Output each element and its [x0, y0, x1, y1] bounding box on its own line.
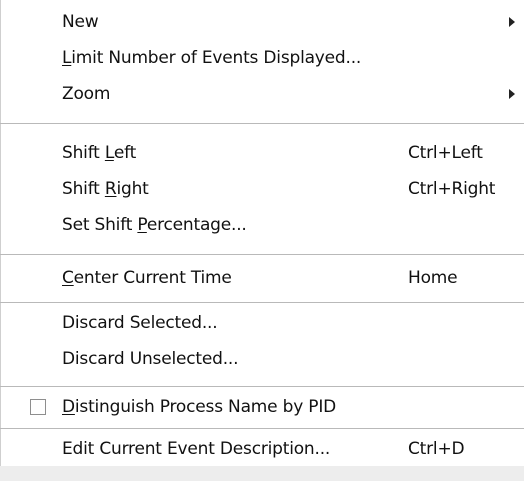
menu-item-label: Edit Current Event Description... — [62, 439, 331, 459]
mnemonic-letter: D — [62, 397, 75, 417]
label-prefix: Set Shift — [62, 215, 138, 235]
menu-separator — [0, 123, 524, 124]
menu-item-label: Center Current Time — [62, 268, 232, 288]
label-suffix: ercentage... — [146, 215, 247, 235]
menu-item-zoom[interactable]: Zoom — [0, 76, 524, 112]
label-prefix: Shift — [62, 179, 105, 199]
menu-item-label: Discard Unselected... — [62, 349, 239, 369]
menu-separator — [0, 386, 524, 387]
menu-item-new[interactable]: New — [0, 4, 524, 40]
menu-separator — [0, 254, 524, 255]
label-suffix: ight — [116, 179, 149, 199]
mnemonic-letter: L — [104, 143, 114, 163]
label-suffix: enter Current Time — [73, 268, 232, 288]
mnemonic-letter: R — [104, 179, 117, 199]
menu-item-discard-unselected[interactable]: Discard Unselected... — [0, 341, 524, 377]
menu-item-limit-events[interactable]: Limit Number of Events Displayed... — [0, 40, 524, 76]
label-suffix: eft — [113, 143, 137, 163]
menu-item-shortcut: Home — [408, 268, 458, 288]
submenu-arrow-icon — [509, 17, 515, 27]
menu-item-set-shift-percentage[interactable]: Set Shift Percentage... — [0, 207, 524, 243]
label-prefix: Shift — [62, 143, 105, 163]
menu-item-edit-event-description[interactable]: Edit Current Event Description... Ctrl+D — [0, 431, 524, 467]
menu-separator — [0, 302, 524, 303]
menu-item-center-current-time[interactable]: Center Current Time Home — [0, 260, 524, 296]
menu-item-shortcut: Ctrl+D — [408, 439, 465, 459]
menu-item-label: Zoom — [62, 84, 111, 104]
menu-item-label: Limit Number of Events Displayed... — [62, 48, 361, 68]
checkbox-icon[interactable] — [30, 399, 46, 415]
menu-item-label: New — [62, 12, 99, 32]
menu-item-label: Shift Left — [62, 143, 136, 163]
menu-item-shortcut: Ctrl+Right — [408, 179, 496, 199]
mnemonic-letter: C — [62, 268, 74, 288]
menu-footer — [0, 466, 524, 481]
menu-item-shift-right[interactable]: Shift Right Ctrl+Right — [0, 171, 524, 207]
menu-item-discard-selected[interactable]: Discard Selected... — [0, 305, 524, 341]
context-menu: New Limit Number of Events Displayed... … — [0, 0, 524, 481]
menu-item-label: Discard Selected... — [62, 313, 218, 333]
menu-item-distinguish-pid[interactable]: Distinguish Process Name by PID — [0, 389, 524, 425]
menu-item-label: Shift Right — [62, 179, 149, 199]
menu-item-label: Distinguish Process Name by PID — [62, 397, 336, 417]
label-suffix: imit Number of Events Displayed... — [71, 48, 362, 68]
submenu-arrow-icon — [509, 89, 515, 99]
menu-item-label: Set Shift Percentage... — [62, 215, 247, 235]
mnemonic-letter: P — [137, 215, 147, 235]
menu-item-shortcut: Ctrl+Left — [408, 143, 483, 163]
mnemonic-letter: L — [62, 48, 72, 68]
menu-item-shift-left[interactable]: Shift Left Ctrl+Left — [0, 135, 524, 171]
menu-separator — [0, 428, 524, 429]
label-suffix: istinguish Process Name by PID — [74, 397, 337, 417]
